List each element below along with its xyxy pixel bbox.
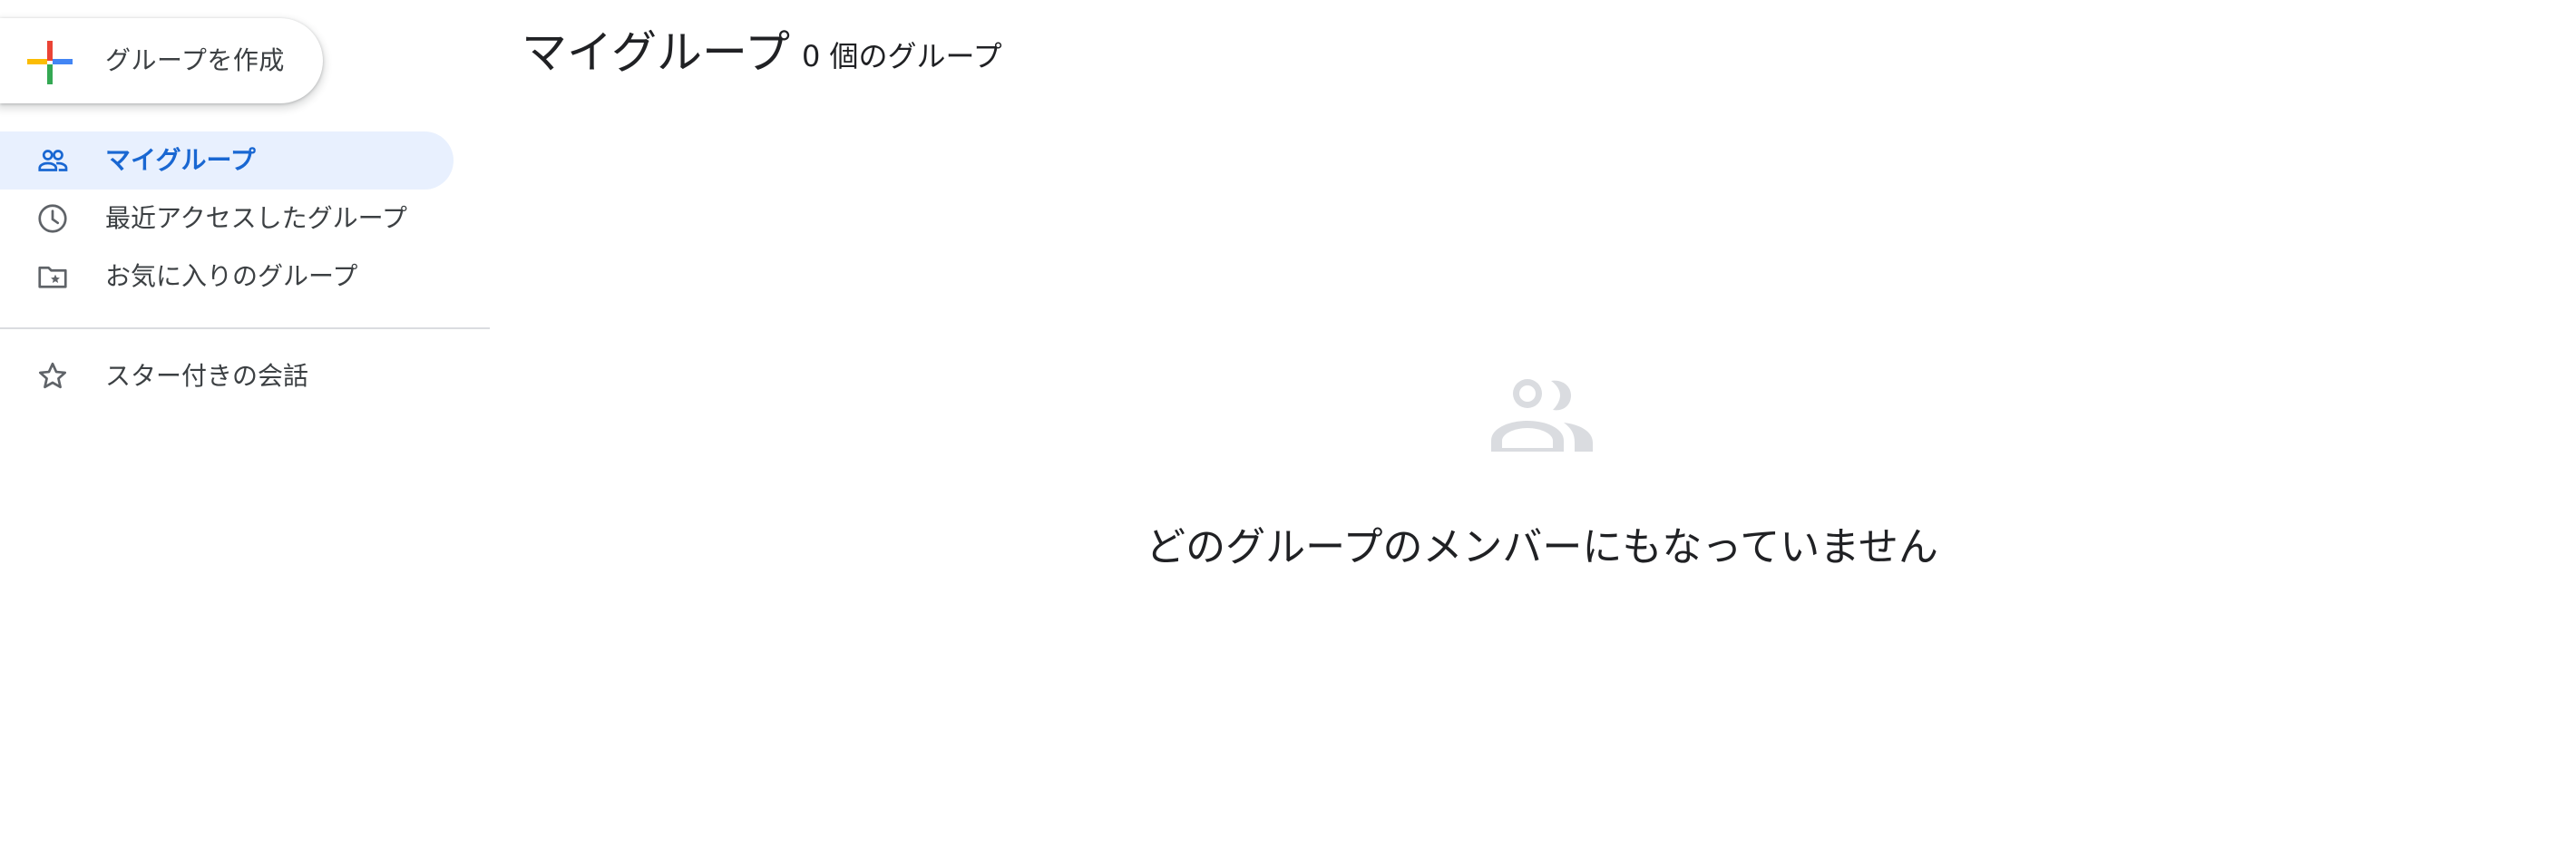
groups-app: グループを作成 マイグループ 最近アクセスしたグループ お気に入りのグループ ス…	[0, 0, 2576, 847]
clock-icon	[38, 204, 67, 233]
create-group-button[interactable]: グループを作成	[0, 18, 323, 103]
sidebar-item-label: お気に入りのグループ	[105, 261, 358, 291]
sidebar-item-label: 最近アクセスしたグループ	[105, 203, 407, 233]
create-group-label: グループを作成	[105, 45, 285, 75]
page-title: マイグループ	[522, 26, 790, 79]
sidebar-nav: マイグループ 最近アクセスしたグループ お気に入りのグループ スター付きの会話	[0, 131, 490, 405]
sidebar-item-label: スター付きの会話	[105, 361, 309, 391]
sidebar-item-starred-conversations[interactable]: スター付きの会話	[0, 347, 454, 405]
sidebar-divider	[0, 327, 490, 329]
colored-plus-icon	[27, 41, 73, 84]
sidebar-item-recent-groups[interactable]: 最近アクセスしたグループ	[0, 190, 454, 248]
people-icon	[38, 150, 68, 171]
people-icon	[1491, 379, 1593, 452]
sidebar-item-favorite-groups[interactable]: お気に入りのグループ	[0, 248, 454, 306]
star-icon	[39, 362, 66, 389]
group-count: 0 個のグループ	[802, 39, 1002, 73]
sidebar-item-label: マイグループ	[105, 145, 256, 175]
sidebar-item-my-groups[interactable]: マイグループ	[0, 131, 454, 190]
empty-state-message: どのグループのメンバーにもなっていません	[1146, 524, 1938, 570]
folder-star-icon	[38, 266, 67, 288]
sidebar: グループを作成 マイグループ 最近アクセスしたグループ お気に入りのグループ ス…	[0, 0, 490, 847]
